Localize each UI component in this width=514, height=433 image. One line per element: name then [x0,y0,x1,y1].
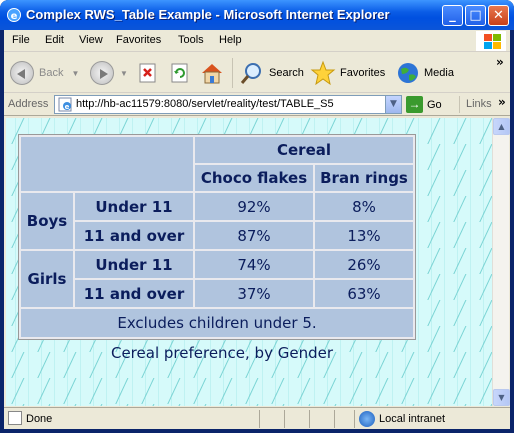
search-label: Search [269,67,304,79]
row-label: Under 11 [75,251,193,278]
vertical-scrollbar[interactable]: ▲ ▼ [492,118,510,406]
menu-favorites[interactable]: Favorites [116,34,161,46]
maximize-button[interactable]: □ [465,5,486,26]
close-icon: ✕ [493,8,504,23]
search-icon [240,63,261,84]
status-separator [354,410,355,428]
links-button[interactable]: Links [466,98,492,110]
svg-text:e: e [65,103,70,111]
row-label: Under 11 [75,193,193,220]
address-input[interactable]: e http://hb-ac11579:8080/servlet/reality… [54,95,402,114]
table-cell: 8% [315,193,413,220]
toolbar-separator [232,58,233,88]
scroll-down-icon[interactable]: ▼ [493,389,510,406]
table-cell: 74% [195,251,313,278]
links-separator [459,96,460,113]
table-cell: 26% [315,251,413,278]
row-label: 11 and over [75,222,193,249]
table-caption: Cereal preference, by Gender [110,344,334,362]
toolbar: Back ▼ ▼ Search Favorites Media » [4,53,510,93]
refresh-icon [171,63,188,83]
ie-window: e Complex RWS_Table Example - Microsoft … [0,0,514,433]
menu-help[interactable]: Help [219,34,242,46]
star-icon [310,60,336,86]
row-group-boys: Boys [21,193,73,249]
favorites-button[interactable]: Favorites [310,59,385,87]
menu-bar: File Edit View Favorites Tools Help [4,30,510,52]
table-cell: 13% [315,222,413,249]
table-row: Boys Under 11 92% 8% [21,193,413,249]
forward-dropdown-icon[interactable]: ▼ [120,69,128,78]
column-header-choco: Choco flakes [195,165,313,191]
go-label: Go [427,98,442,111]
scroll-up-icon[interactable]: ▲ [493,118,510,135]
table-cell: 37% [195,280,313,307]
stop-button[interactable] [138,59,158,87]
back-dropdown-icon[interactable]: ▼ [71,69,79,78]
toolbar-chevron-icon[interactable]: » [496,55,504,69]
stop-icon [139,63,156,83]
table-footnote: Excludes children under 5. [21,309,413,337]
ie-logo-icon: e [7,8,21,22]
page-content: Cereal Choco flakes Bran rings Boys Unde… [6,118,492,406]
media-globe-icon [398,63,418,83]
menu-edit[interactable]: Edit [45,34,64,46]
browser-client: File Edit View Favorites Tools Help Back… [4,30,510,429]
title-bar[interactable]: e Complex RWS_Table Example - Microsoft … [0,0,514,30]
windows-logo-icon [476,31,506,51]
address-url: http://hb-ac11579:8080/servlet/reality/t… [76,98,334,110]
status-separator [259,410,260,428]
media-label: Media [424,67,454,79]
svg-text:e: e [11,11,18,22]
favorites-label: Favorites [340,67,386,79]
status-separator [334,410,335,428]
refresh-button[interactable] [170,59,190,87]
status-text: Done [26,413,53,425]
window-title: Complex RWS_Table Example - Microsoft In… [26,7,390,22]
column-header-bran: Bran rings [315,165,413,191]
home-button[interactable] [200,59,224,87]
table-row: 11 and over 87% 13% [21,222,413,249]
security-zone-label: Local intranet [379,413,446,425]
address-dropdown-icon[interactable]: ▼ [385,96,401,113]
address-label: Address [8,98,49,110]
back-button[interactable]: Back ▼ [10,59,79,87]
address-bar: Address e http://hb-ac11579:8080/servlet… [4,94,510,116]
page-icon: e [58,97,72,112]
menu-tools[interactable]: Tools [178,34,204,46]
maximize-icon: □ [469,8,482,23]
go-arrow-icon: → [406,96,423,113]
back-label: Back [39,67,64,79]
minimize-icon: _ [449,8,456,23]
menu-view[interactable]: View [79,34,103,46]
row-group-girls: Girls [21,251,73,307]
minimize-button[interactable]: _ [442,5,463,26]
status-separator [309,410,310,428]
column-group-header: Cereal [195,137,413,163]
table-row: 11 and over 37% 63% [21,280,413,307]
cereal-table: Cereal Choco flakes Bran rings Boys Unde… [18,134,416,340]
table-row: Girls Under 11 74% 26% [21,251,413,307]
status-separator [284,410,285,428]
close-button[interactable]: ✕ [488,5,509,26]
forward-button[interactable]: ▼ [90,59,128,87]
status-bar: Done Local intranet [4,407,510,429]
intranet-zone-icon [359,411,375,427]
links-chevron-icon[interactable]: » [498,95,506,109]
go-button[interactable]: → Go [406,96,442,113]
menu-file[interactable]: File [12,34,30,46]
home-icon [202,64,222,84]
search-button[interactable]: Search [240,59,304,87]
table-cell: 92% [195,193,313,220]
media-button[interactable]: Media [396,59,454,87]
row-label: 11 and over [75,280,193,307]
forward-arrow-icon [90,61,114,85]
table-cell: 63% [315,280,413,307]
page-done-icon [8,411,22,425]
table-corner-cell [21,137,193,191]
back-arrow-icon [10,61,34,85]
table-cell: 87% [195,222,313,249]
